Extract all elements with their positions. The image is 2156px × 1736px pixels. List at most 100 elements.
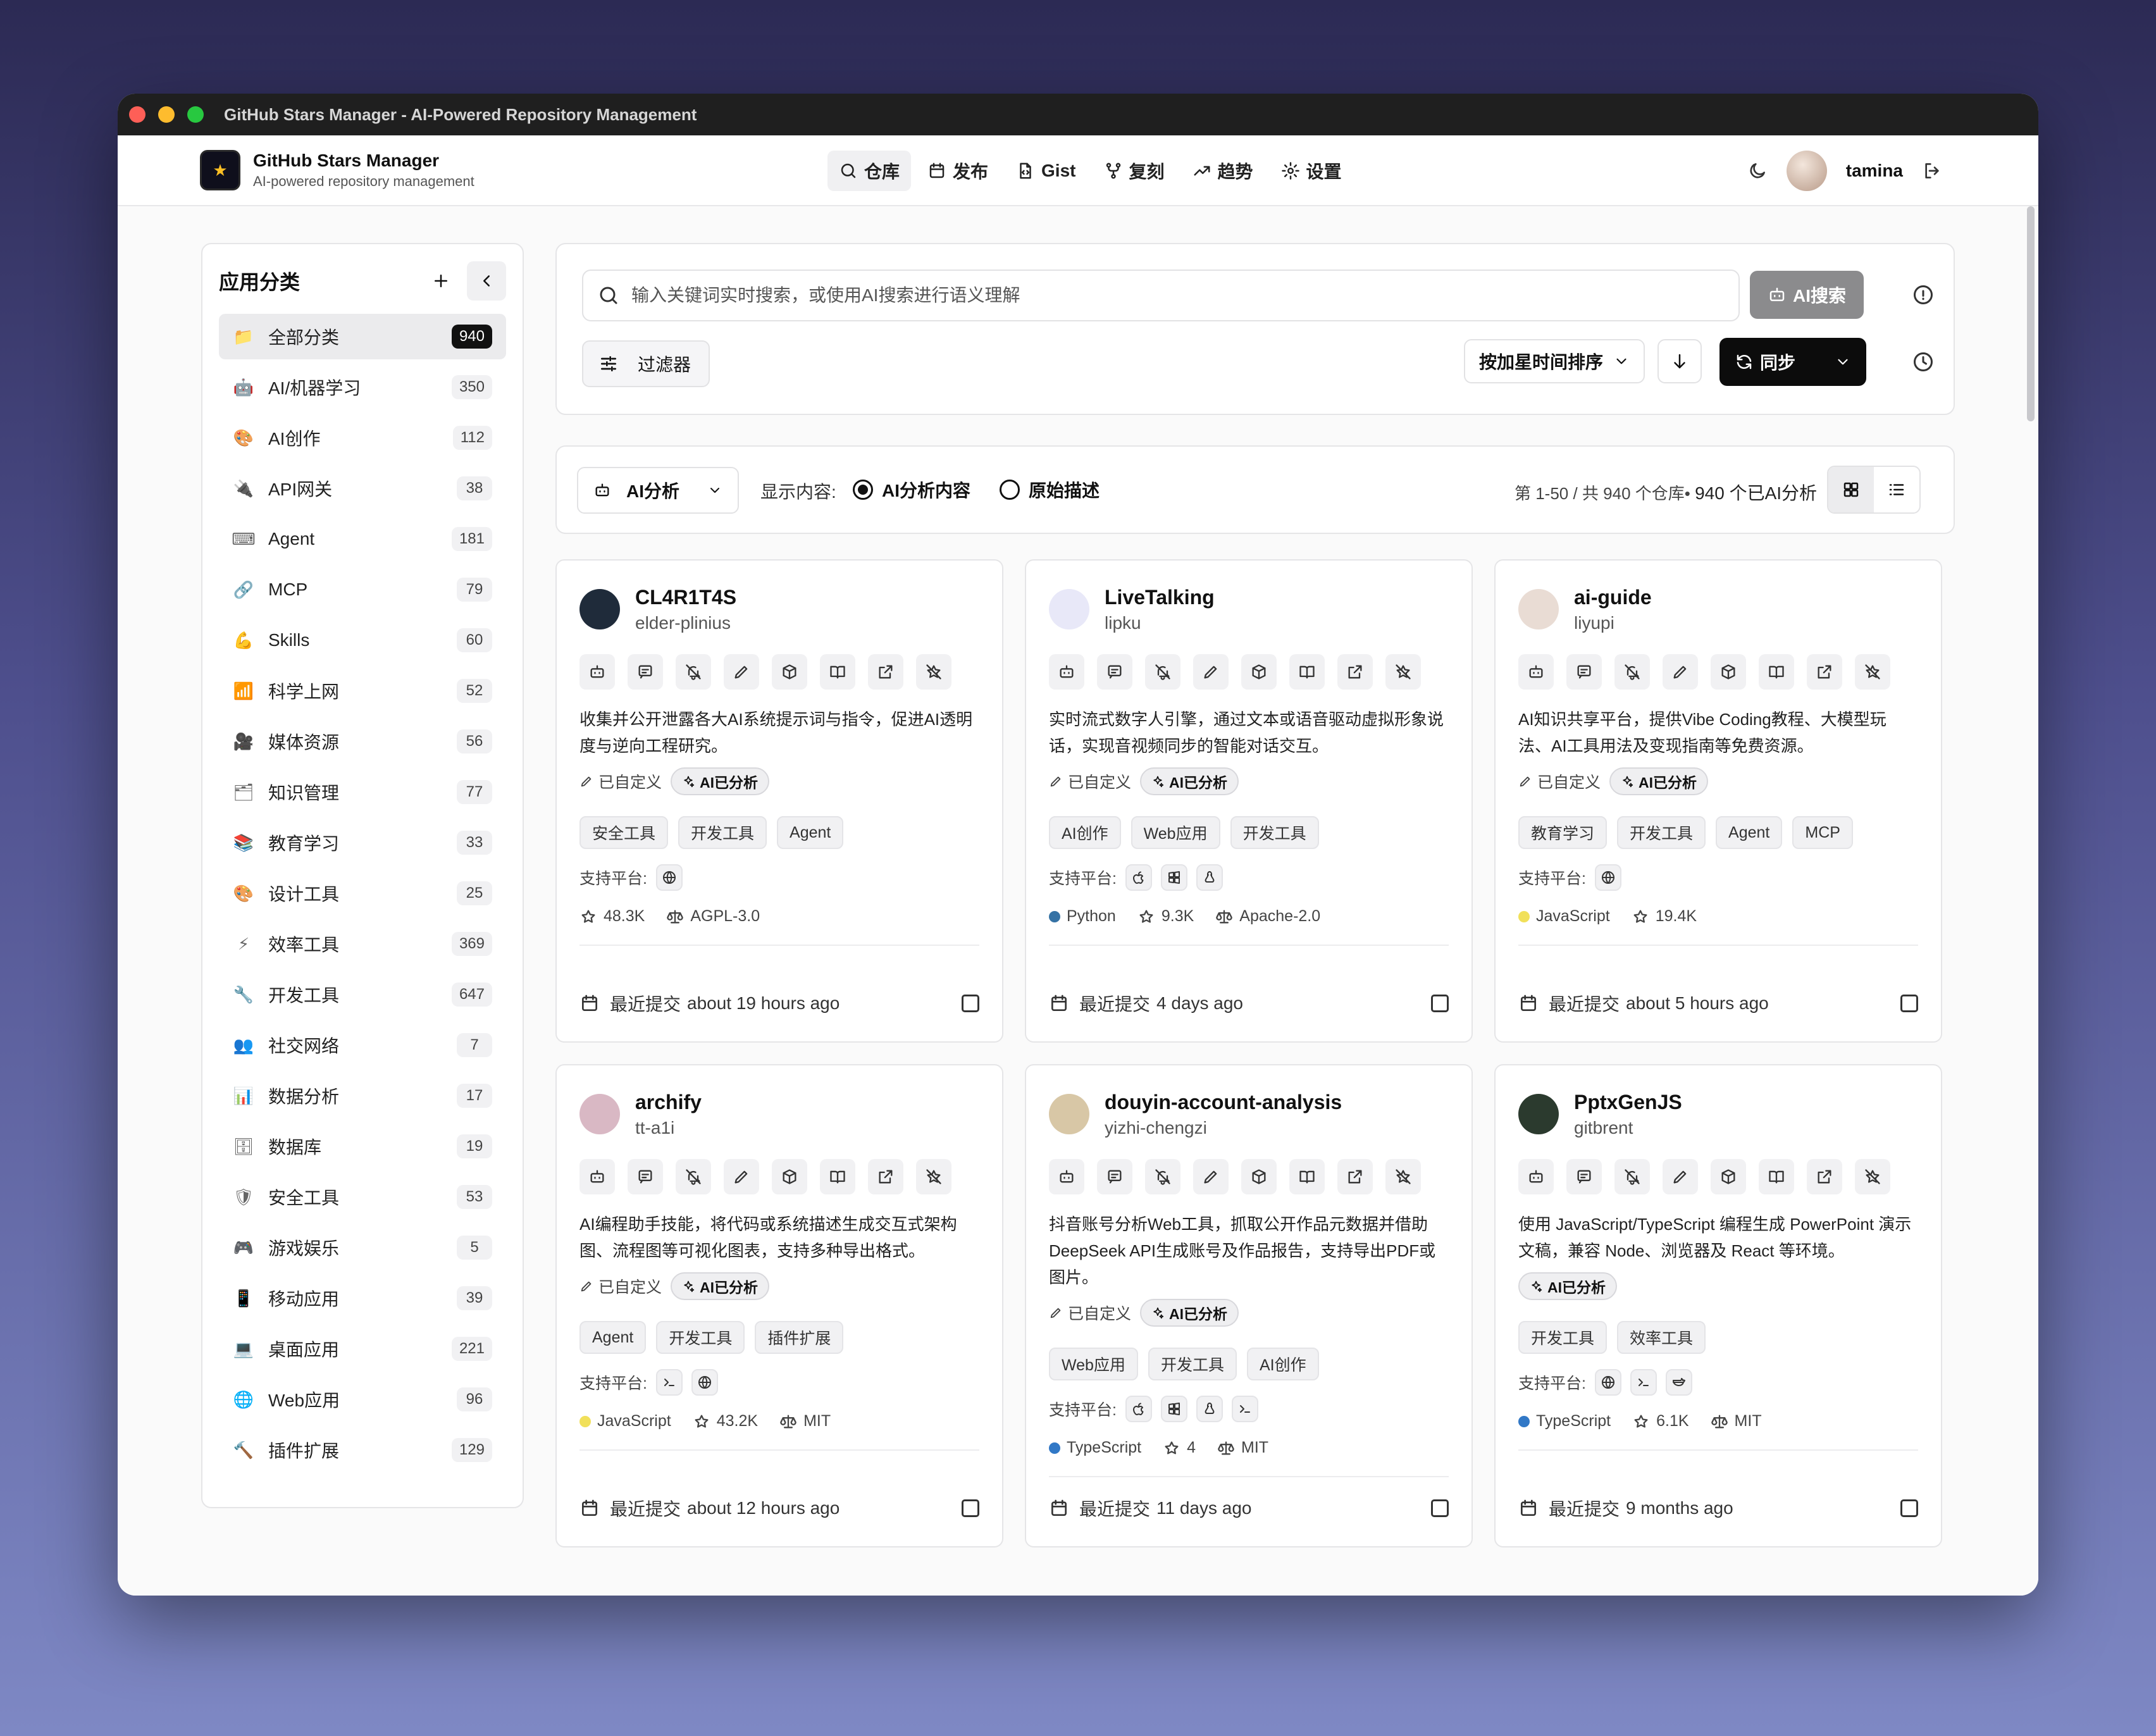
select-checkbox[interactable] [1431,1499,1449,1517]
list-view-button[interactable] [1874,467,1919,512]
radio-dot[interactable] [853,480,873,500]
edit-note-button[interactable] [1566,1159,1602,1194]
sidebar-item[interactable]: 📊 数据分析 17 [219,1073,506,1119]
unwatch-button[interactable] [1614,1159,1650,1194]
repo-card[interactable]: archify tt-a1i AI编程助手技能，将代码或系统描述生成交互式架构图、流… [555,1064,1003,1547]
sidebar-item[interactable]: ⚡ 效率工具 369 [219,921,506,967]
readme-button[interactable] [1289,1159,1325,1194]
tag[interactable]: Web应用 [1049,1348,1138,1380]
unwatch-button[interactable] [676,654,711,690]
unstar-button[interactable] [916,654,951,690]
open-github-button[interactable] [1337,654,1373,690]
release-button[interactable] [1711,1159,1746,1194]
edit-note-button[interactable] [1097,654,1132,690]
repo-card[interactable]: CL4R1T4S elder-plinius 收集并公开泄露各大AI系统提示词与指令… [555,559,1003,1043]
select-checkbox[interactable] [962,1499,979,1517]
select-checkbox[interactable] [1431,995,1449,1012]
ai-analyze-button[interactable] [579,1159,615,1194]
maximize-window-button[interactable] [187,106,204,123]
unwatch-button[interactable] [1614,654,1650,690]
nav-forks[interactable]: 复刻 [1093,151,1176,191]
open-github-button[interactable] [868,654,903,690]
ai-analyze-button[interactable] [1049,654,1084,690]
sidebar-item[interactable]: 🔌 API网关 38 [219,466,506,511]
user-avatar[interactable] [1786,151,1827,191]
sidebar-item[interactable]: 🗂 知识管理 77 [219,769,506,815]
sidebar-item[interactable]: 🔗 MCP 79 [219,567,506,612]
sidebar-item[interactable]: 🎮 游戏娱乐 5 [219,1225,506,1270]
radio-ai-content[interactable]: AI分析内容 [853,477,970,502]
repo-name[interactable]: LiveTalking [1105,586,1215,609]
edit-note-button[interactable] [628,1159,663,1194]
unwatch-button[interactable] [1145,654,1180,690]
edit-button[interactable] [1193,1159,1229,1194]
radio-raw-description[interactable]: 原始描述 [1000,477,1100,502]
edit-button[interactable] [724,654,759,690]
readme-button[interactable] [820,1159,855,1194]
sort-direction-button[interactable] [1657,339,1702,383]
grid-view-button[interactable] [1828,467,1874,512]
unstar-button[interactable] [1385,654,1421,690]
tag[interactable]: 开发工具 [678,816,767,849]
tag[interactable]: Web应用 [1131,816,1220,849]
unwatch-button[interactable] [676,1159,711,1194]
chevron-down-icon[interactable] [1835,354,1851,370]
sidebar-item[interactable]: 🎨 设计工具 25 [219,871,506,916]
unwatch-button[interactable] [1145,1159,1180,1194]
sidebar-item[interactable]: 💪 Skills 60 [219,617,506,663]
readme-button[interactable] [820,654,855,690]
nav-settings[interactable]: 设置 [1270,151,1353,191]
nav-trending[interactable]: 趋势 [1181,151,1265,191]
unstar-button[interactable] [1385,1159,1421,1194]
edit-note-button[interactable] [628,654,663,690]
readme-button[interactable] [1289,654,1325,690]
sort-select[interactable]: 按加星时间排序 [1464,339,1645,383]
minimize-window-button[interactable] [158,106,175,123]
nav-gist[interactable]: Gist [1005,151,1087,191]
sidebar-item[interactable]: 📁 全部分类 940 [219,314,506,359]
sidebar-item[interactable]: 🤖 AI/机器学习 350 [219,364,506,410]
edit-button[interactable] [1193,654,1229,690]
edit-button[interactable] [724,1159,759,1194]
repo-card[interactable]: ai-guide liyupi AI知识共享平台，提供Vibe Coding教程、大… [1494,559,1942,1043]
sidebar-item[interactable]: 🔧 开发工具 647 [219,972,506,1017]
tag[interactable]: 开发工具 [1617,816,1706,849]
ai-search-button[interactable]: AI搜索 [1750,271,1864,319]
edit-note-button[interactable] [1566,654,1602,690]
select-checkbox[interactable] [1900,1499,1918,1517]
tag[interactable]: MCP [1792,816,1853,849]
sidebar-item[interactable]: ⌨ Agent 181 [219,516,506,562]
repo-card[interactable]: douyin-account-analysis yizhi-chengzi 抖音账号… [1025,1064,1473,1547]
edit-button[interactable] [1663,1159,1698,1194]
tag[interactable]: 效率工具 [1617,1321,1706,1354]
release-button[interactable] [1241,654,1277,690]
tag[interactable]: 安全工具 [579,816,669,849]
release-button[interactable] [1241,1159,1277,1194]
repo-name[interactable]: PptxGenJS [1574,1091,1682,1114]
readme-button[interactable] [1759,1159,1794,1194]
unstar-button[interactable] [1855,1159,1890,1194]
sidebar-item[interactable]: 🔨 插件扩展 129 [219,1427,506,1473]
ai-analyze-button[interactable] [579,654,615,690]
repo-name[interactable]: ai-guide [1574,586,1652,609]
logout-icon[interactable] [1922,161,1942,181]
open-github-button[interactable] [1807,1159,1842,1194]
ai-analyze-button[interactable] [1518,654,1554,690]
tag[interactable]: 开发工具 [1148,1348,1237,1380]
ai-analyze-button[interactable] [1049,1159,1084,1194]
collapse-sidebar-button[interactable] [467,261,506,301]
select-checkbox[interactable] [1900,995,1918,1012]
nav-repositories[interactable]: 仓库 [827,151,912,191]
close-window-button[interactable] [129,106,146,123]
radio-dot[interactable] [1000,480,1020,500]
release-button[interactable] [772,1159,807,1194]
filter-button[interactable]: 过滤器 [582,340,710,387]
add-category-button[interactable] [421,261,461,301]
tag[interactable]: Agent [579,1321,647,1354]
repo-name[interactable]: archify [635,1091,702,1114]
repo-name[interactable]: douyin-account-analysis [1105,1091,1342,1114]
moon-icon[interactable] [1747,161,1768,181]
unstar-button[interactable] [916,1159,951,1194]
clock-icon[interactable] [1912,350,1935,373]
sidebar-item[interactable]: 🎨 AI创作 112 [219,415,506,461]
